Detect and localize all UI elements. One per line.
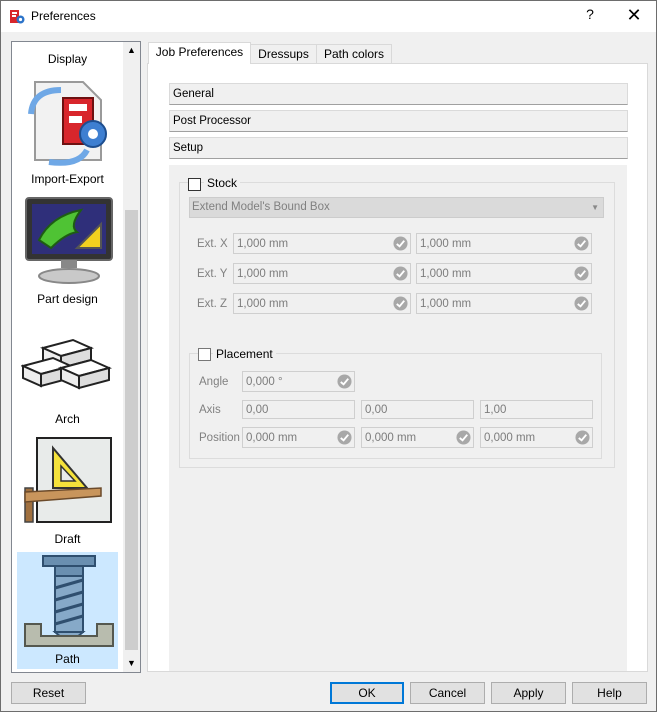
check-icon <box>393 296 408 311</box>
draft-icon <box>24 437 112 523</box>
job-preferences-panel: General Post Processor Setup Stock Exten… <box>147 63 648 672</box>
reset-button[interactable]: Reset <box>11 682 86 704</box>
stock-label: Stock <box>204 176 241 190</box>
page-list-scrollbar[interactable]: ▲ ▼ <box>123 42 140 672</box>
ext-z-neg-value: 1,000 mm <box>237 298 289 310</box>
ext-x-pos-field[interactable]: 1,000 mm <box>416 233 592 254</box>
scrollbar-thumb[interactable] <box>125 210 138 650</box>
arch-icon <box>21 338 112 390</box>
check-icon <box>456 430 471 445</box>
position-z-field[interactable]: 0,000 mm <box>480 427 593 448</box>
ext-z-pos-field[interactable]: 1,000 mm <box>416 293 592 314</box>
axis-y-field[interactable]: 0,00 <box>361 400 474 419</box>
check-icon <box>574 296 589 311</box>
freecad-app-icon <box>10 10 25 24</box>
setup-section-body: Stock Extend Model's Bound Box ▼ Ext. X … <box>169 165 627 671</box>
cancel-button[interactable]: Cancel <box>410 682 485 704</box>
angle-label: Angle <box>199 376 229 388</box>
section-post-processor[interactable]: Post Processor <box>169 110 628 132</box>
ext-y-pos-value: 1,000 mm <box>420 268 472 280</box>
stock-checkbox[interactable] <box>188 178 201 191</box>
position-x-field[interactable]: 0,000 mm <box>242 427 355 448</box>
check-icon <box>337 374 352 389</box>
scroll-down-arrow-icon[interactable]: ▼ <box>123 655 140 672</box>
ext-y-label: Ext. Y <box>197 268 228 280</box>
position-y-field[interactable]: 0,000 mm <box>361 427 474 448</box>
check-icon <box>575 430 590 445</box>
ext-z-label: Ext. Z <box>197 298 228 310</box>
page-item-display[interactable]: Display <box>17 42 118 70</box>
ext-y-neg-field[interactable]: 1,000 mm <box>233 263 411 284</box>
page-item-label: Display <box>47 52 88 66</box>
stock-group: Stock Extend Model's Bound Box ▼ Ext. X … <box>179 176 615 468</box>
page-item-label: Path <box>55 652 80 666</box>
close-button[interactable]: ✕ <box>622 6 646 26</box>
apply-button[interactable]: Apply <box>491 682 566 704</box>
part-design-icon <box>25 197 113 284</box>
title-bar: Preferences ? ✕ <box>1 1 656 32</box>
check-icon <box>393 236 408 251</box>
ext-z-neg-field[interactable]: 1,000 mm <box>233 293 411 314</box>
page-item-part-design[interactable]: Part design <box>17 192 118 312</box>
angle-field[interactable]: 0,000 ° <box>242 371 355 392</box>
placement-label: Placement <box>213 347 276 361</box>
position-x-value: 0,000 mm <box>246 432 298 444</box>
help-title-button[interactable]: ? <box>581 6 599 26</box>
stock-mode-value: Extend Model's Bound Box <box>192 201 330 213</box>
position-z-value: 0,000 mm <box>484 432 536 444</box>
check-icon <box>337 430 352 445</box>
stock-mode-select[interactable]: Extend Model's Bound Box ▼ <box>189 197 604 218</box>
scroll-up-arrow-icon[interactable]: ▲ <box>123 42 140 59</box>
help-button[interactable]: Help <box>572 682 647 704</box>
axis-z-field[interactable]: 1,00 <box>480 400 593 419</box>
angle-value: 0,000 ° <box>246 376 283 388</box>
axis-z-value: 1,00 <box>484 404 507 416</box>
page-item-path[interactable]: Path <box>17 552 118 669</box>
tab-job-preferences[interactable]: Job Preferences <box>148 42 251 64</box>
ext-x-pos-value: 1,000 mm <box>420 238 472 250</box>
path-icon <box>24 555 114 647</box>
section-general[interactable]: General <box>169 83 628 105</box>
section-setup[interactable]: Setup <box>169 137 628 159</box>
position-y-value: 0,000 mm <box>365 432 417 444</box>
check-icon <box>574 266 589 281</box>
page-item-label: Arch <box>55 412 80 426</box>
placement-checkbox[interactable] <box>198 348 211 361</box>
ext-x-label: Ext. X <box>197 238 228 250</box>
check-icon <box>393 266 408 281</box>
ok-button[interactable]: OK <box>330 682 404 704</box>
position-label: Position <box>199 432 240 444</box>
preferences-dialog: Preferences ? ✕ Display Import-Export Pa… <box>0 0 657 712</box>
page-item-import-export[interactable]: Import-Export <box>17 72 118 192</box>
ext-z-pos-value: 1,000 mm <box>420 298 472 310</box>
check-icon <box>574 236 589 251</box>
placement-group: Placement Angle 0,000 ° Axis 0,00 0,00 1… <box>189 347 602 459</box>
import-export-icon <box>28 81 107 166</box>
page-item-label: Draft <box>54 532 81 546</box>
page-item-draft[interactable]: Draft <box>17 432 118 552</box>
tab-path-colors[interactable]: Path colors <box>316 44 392 63</box>
page-item-label: Import-Export <box>31 172 104 186</box>
axis-label: Axis <box>199 404 221 416</box>
tab-dressups[interactable]: Dressups <box>250 44 317 63</box>
axis-x-field[interactable]: 0,00 <box>242 400 355 419</box>
dropdown-arrow-icon: ▼ <box>591 203 599 212</box>
axis-x-value: 0,00 <box>246 404 269 416</box>
ext-x-neg-value: 1,000 mm <box>237 238 289 250</box>
page-item-arch[interactable]: Arch <box>17 312 118 432</box>
preference-page-list[interactable]: Display Import-Export Part design Arch D… <box>11 41 141 673</box>
page-item-label: Part design <box>37 292 98 306</box>
ext-x-neg-field[interactable]: 1,000 mm <box>233 233 411 254</box>
ext-y-pos-field[interactable]: 1,000 mm <box>416 263 592 284</box>
window-title: Preferences <box>31 9 96 23</box>
axis-y-value: 0,00 <box>365 404 388 416</box>
ext-y-neg-value: 1,000 mm <box>237 268 289 280</box>
